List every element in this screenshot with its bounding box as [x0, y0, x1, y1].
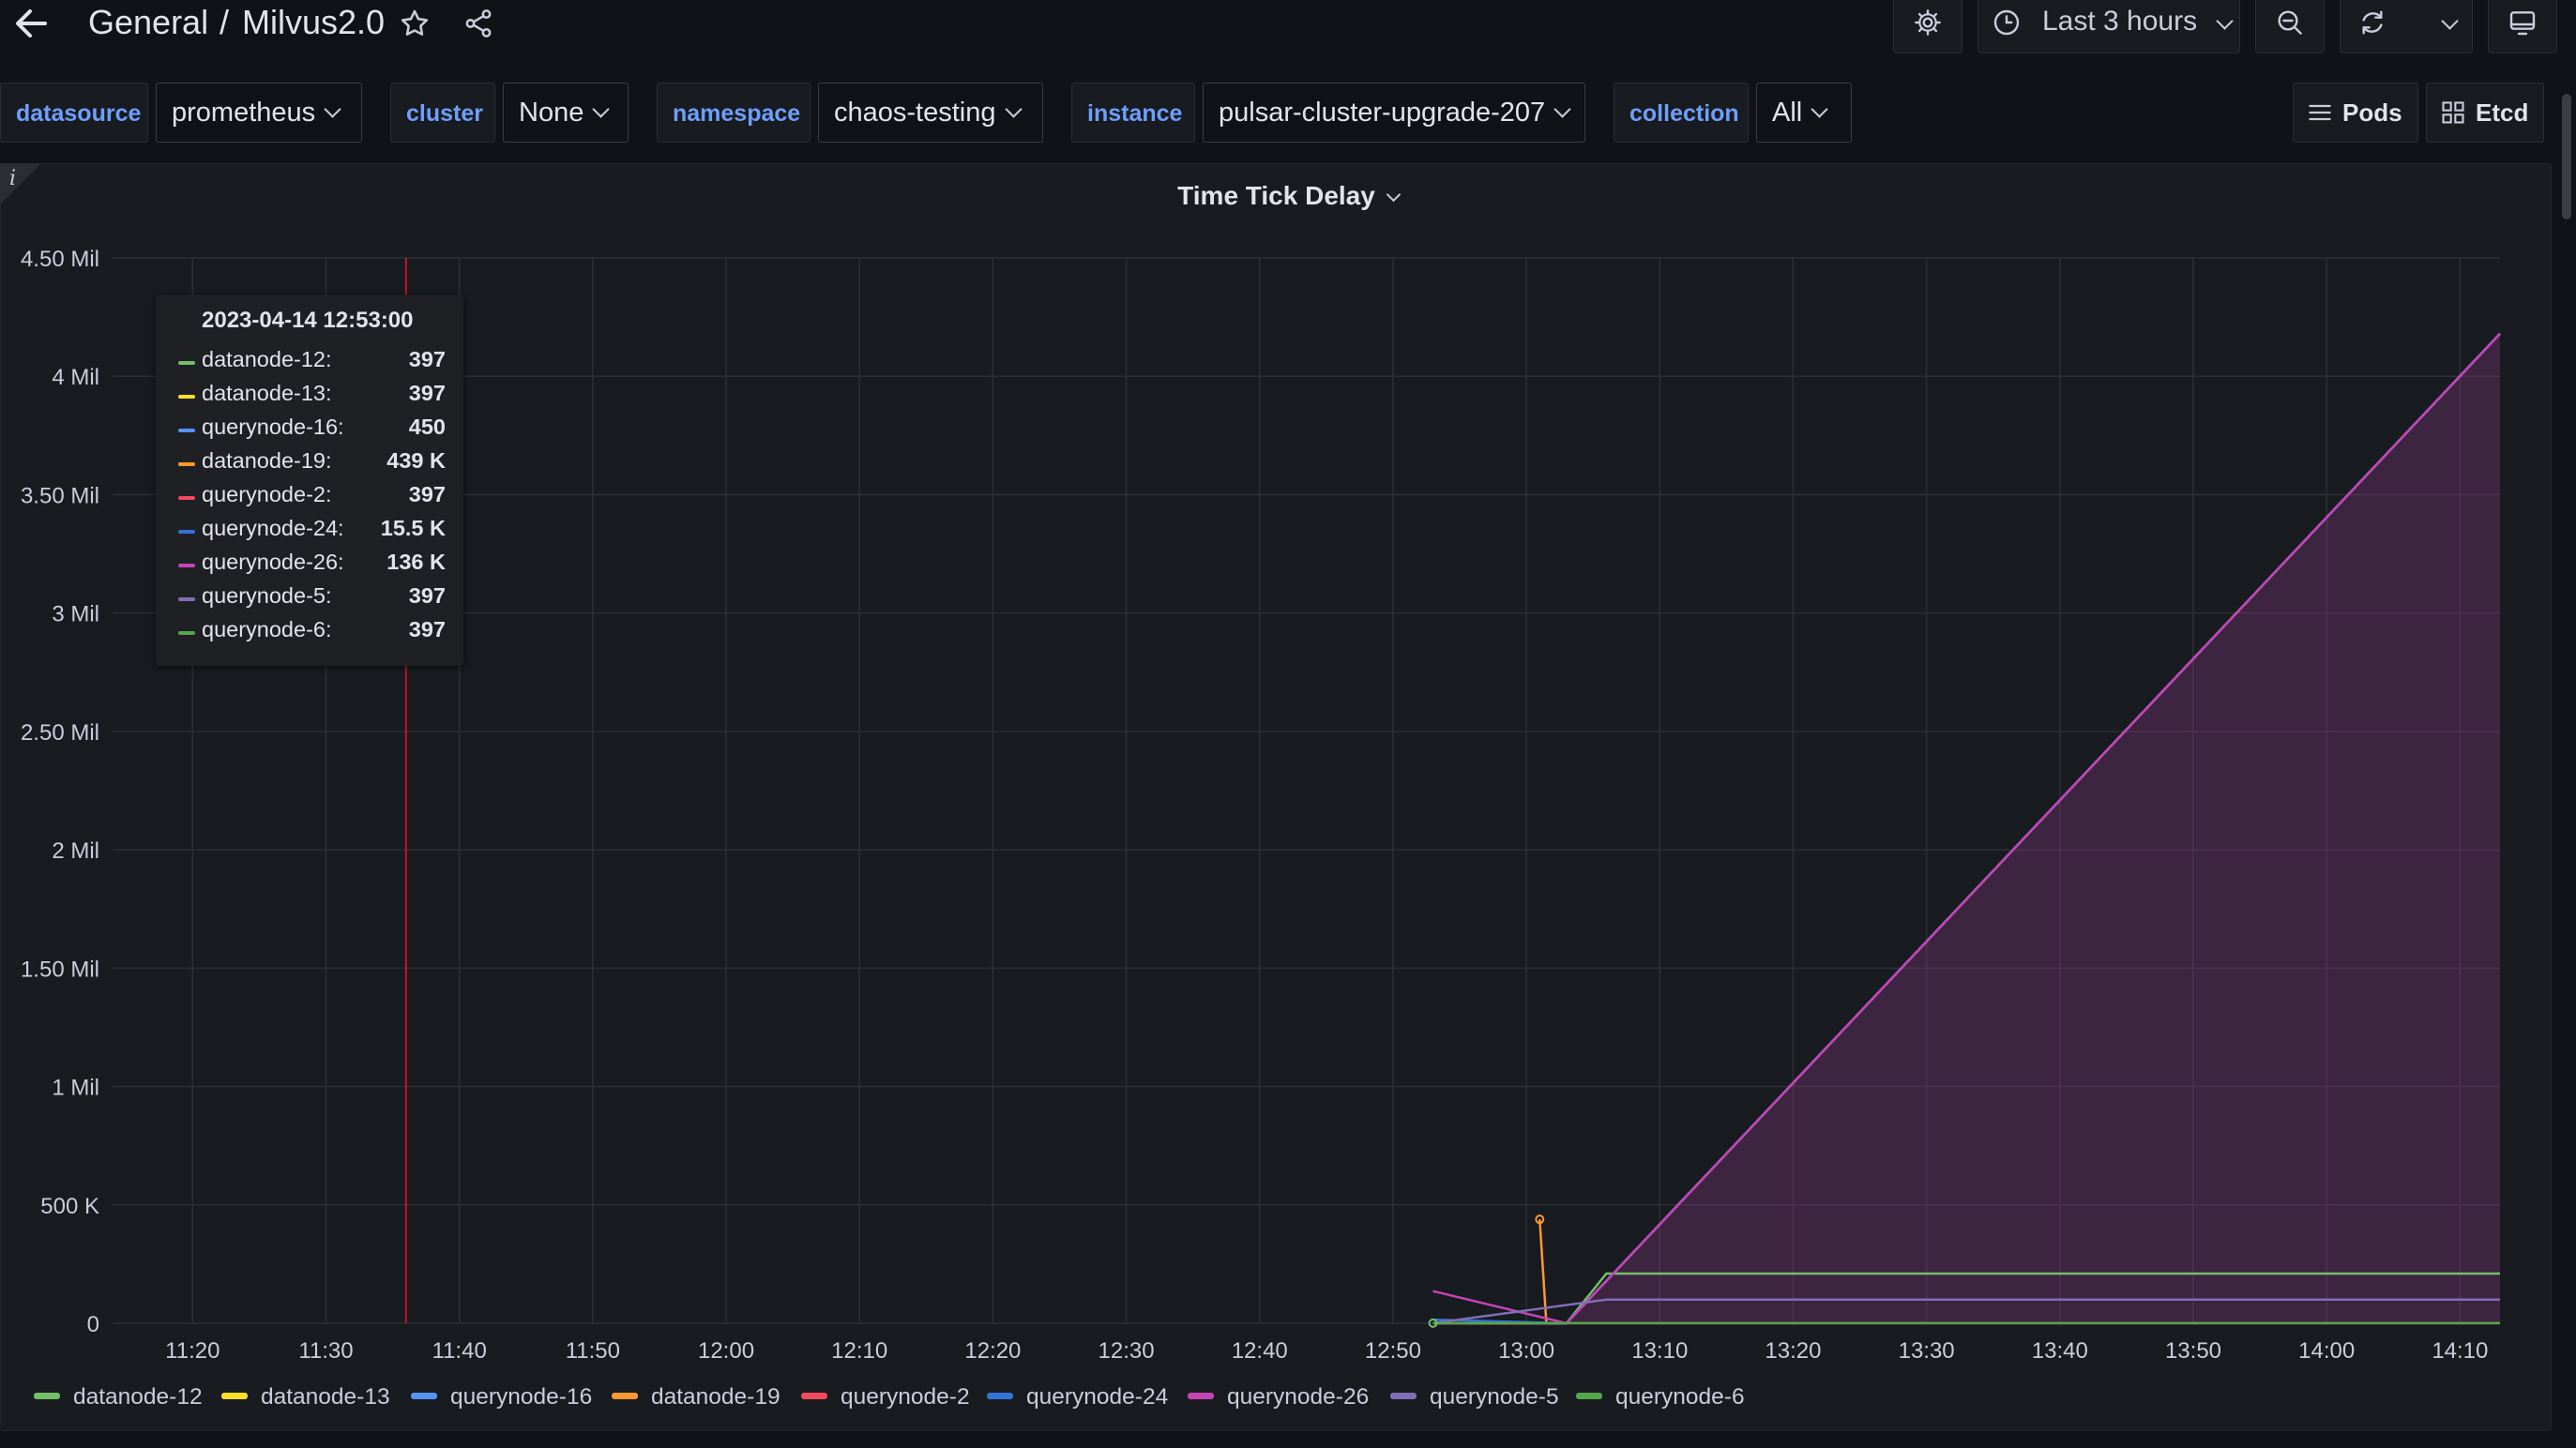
x-tick-label: 11:30	[298, 1338, 353, 1364]
x-tick-label: 14:10	[2432, 1338, 2488, 1364]
legend-item-querynode-26[interactable]: querynode-26	[1188, 1380, 1369, 1414]
x-tick-label: 11:20	[165, 1338, 220, 1364]
legend-color-swatch	[1390, 1393, 1417, 1400]
legend-item-datanode-19[interactable]: datanode-19	[612, 1380, 780, 1414]
legend-color-swatch	[987, 1393, 1013, 1400]
tooltip-series-value: 439 K	[386, 448, 446, 473]
x-tick-label: 11:50	[566, 1338, 620, 1364]
y-tick-label: 3 Mil	[52, 602, 99, 627]
tooltip-row: datanode-12: 397	[178, 347, 446, 381]
legend-item-querynode-24[interactable]: querynode-24	[987, 1380, 1168, 1414]
series-color-swatch	[178, 597, 195, 601]
x-tick-label: 11:40	[432, 1338, 487, 1364]
x-tick-label: 12:00	[698, 1338, 754, 1364]
tooltip-series-name: datanode-13:	[202, 381, 332, 405]
legend-label: querynode-26	[1227, 1384, 1370, 1410]
legend-label: datanode-12	[73, 1384, 203, 1410]
x-axis-labels: 11:20 11:30 11:40 11:50 12:00 12:10 12:20 12:30…	[165, 1338, 2488, 1364]
tooltip-series-name: datanode-19:	[202, 448, 332, 473]
legend-item-querynode-16[interactable]: querynode-16	[411, 1380, 592, 1414]
legend-label: querynode-2	[841, 1384, 970, 1410]
x-tick-label: 13:40	[2032, 1338, 2088, 1364]
legend-label: querynode-5	[1430, 1384, 1559, 1410]
legend-color-swatch	[34, 1393, 60, 1400]
legend-label: querynode-16	[450, 1384, 593, 1410]
series-color-swatch	[178, 530, 195, 534]
tooltip-series-name: querynode-5:	[202, 583, 332, 608]
legend-item-querynode-2[interactable]: querynode-2	[801, 1380, 970, 1414]
x-tick-label: 13:10	[1631, 1338, 1688, 1364]
tooltip-series-value: 397	[408, 381, 446, 405]
y-tick-label: 2 Mil	[52, 838, 99, 864]
y-tick-label: 500 K	[40, 1194, 99, 1219]
y-tick-label: 4.50 Mil	[21, 247, 99, 272]
legend-item-querynode-5[interactable]: querynode-5	[1390, 1380, 1559, 1414]
x-tick-label: 12:40	[1232, 1338, 1288, 1364]
tooltip-series-name: querynode-26:	[202, 550, 344, 574]
series-color-swatch	[178, 564, 195, 567]
x-tick-label: 13:50	[2165, 1338, 2221, 1364]
legend-color-swatch	[221, 1393, 248, 1400]
tooltip-series-value: 136 K	[386, 550, 446, 574]
series-color-swatch	[178, 429, 195, 432]
legend-label: querynode-6	[1615, 1384, 1745, 1410]
series-color-swatch	[178, 462, 195, 466]
tooltip-series-value: 397	[408, 482, 446, 506]
tooltip-row: querynode-2: 397	[178, 482, 446, 516]
legend-item-datanode-12[interactable]: datanode-12	[34, 1380, 203, 1414]
tooltip-series-name: querynode-24:	[202, 516, 344, 540]
y-tick-label: 3.50 Mil	[21, 483, 99, 508]
time-series-chart[interactable]: 0 500 K 1 Mil 1.50 Mil 2 Mil 2.50 Mil 3 Mil 3.5…	[0, 0, 2576, 1448]
tooltip-series-name: querynode-2:	[202, 482, 332, 506]
y-tick-label: 4 Mil	[52, 365, 99, 390]
x-tick-label: 13:20	[1765, 1338, 1821, 1364]
x-tick-label: 13:00	[1498, 1338, 1554, 1364]
tooltip-row: querynode-16: 450	[178, 415, 446, 448]
tooltip-row: querynode-6: 397	[178, 617, 446, 651]
legend-color-swatch	[612, 1393, 638, 1400]
legend-color-swatch	[1188, 1393, 1214, 1400]
legend-color-swatch	[411, 1393, 437, 1400]
x-tick-label: 12:20	[964, 1338, 1021, 1364]
x-tick-label: 12:50	[1365, 1338, 1421, 1364]
tooltip-series-value: 450	[408, 415, 446, 439]
legend-item-querynode-6[interactable]: querynode-6	[1576, 1380, 1745, 1414]
series-color-swatch	[178, 361, 195, 365]
legend-label: datanode-19	[651, 1384, 780, 1410]
y-tick-label: 1.50 Mil	[21, 957, 99, 982]
tooltip-series-value: 15.5 K	[380, 516, 446, 540]
x-tick-label: 13:30	[1899, 1338, 1955, 1364]
y-tick-label: 0	[87, 1312, 99, 1337]
y-axis-labels: 0 500 K 1 Mil 1.50 Mil 2 Mil 2.50 Mil 3 Mil 3.5…	[21, 247, 99, 1337]
series-color-swatch	[178, 496, 195, 500]
x-tick-label: 12:10	[831, 1338, 887, 1364]
tooltip-row: querynode-5: 397	[178, 583, 446, 617]
series-color-swatch	[178, 631, 195, 635]
y-tick-label: 1 Mil	[52, 1076, 99, 1101]
legend-color-swatch	[801, 1393, 827, 1400]
y-tick-label: 2.50 Mil	[21, 720, 99, 746]
tooltip-series-value: 397	[408, 347, 446, 371]
tooltip-series-name: querynode-16:	[202, 415, 344, 439]
tooltip-row: querynode-24: 15.5 K	[178, 516, 446, 550]
tooltip-series-name: datanode-12:	[202, 347, 332, 371]
tooltip-series-value: 397	[408, 583, 446, 608]
x-tick-label: 12:30	[1099, 1338, 1155, 1364]
tooltip-row: querynode-26: 136 K	[178, 550, 446, 583]
legend-label: querynode-24	[1026, 1384, 1169, 1410]
legend-label: datanode-13	[261, 1384, 390, 1410]
legend-item-datanode-13[interactable]: datanode-13	[221, 1380, 390, 1414]
tooltip-row: datanode-19: 439 K	[178, 448, 446, 482]
legend-color-swatch	[1576, 1393, 1602, 1400]
chart-series	[1428, 332, 2501, 1328]
tooltip-row: datanode-13: 397	[178, 381, 446, 415]
x-tick-label: 14:00	[2298, 1338, 2355, 1364]
series-color-swatch	[178, 395, 195, 399]
tooltip-time: 2023-04-14 12:53:00	[202, 308, 414, 333]
tooltip-series-name: querynode-6:	[202, 617, 332, 641]
tooltip-series-value: 397	[408, 617, 446, 641]
